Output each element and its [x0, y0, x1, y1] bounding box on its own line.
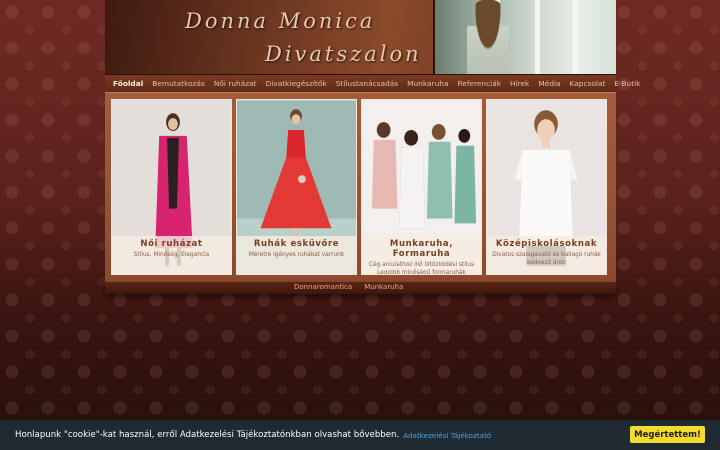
- footer-links: Donnaromantica Munkaruha: [294, 283, 403, 291]
- logo-line-2[interactable]: Divatszalon: [265, 42, 422, 66]
- nav-item-e-butik[interactable]: E-Butik: [610, 79, 645, 88]
- card-caption: Munkaruha, Formaruha Cég arculathoz illő…: [362, 236, 481, 274]
- header-photo: [433, 0, 616, 74]
- card-noi-ruhazat[interactable]: Női ruházat Stílus, Minőség, Elegancia: [111, 99, 232, 275]
- nav-item-fooldal[interactable]: Főoldal: [109, 79, 148, 88]
- card-subtitle: Méretre igényes ruhákat varrunk: [248, 252, 345, 258]
- main-nav: Főoldal Bemutatkozás Női ruházat Divatki…: [105, 75, 640, 92]
- nav-item-hirek[interactable]: Hírek: [506, 79, 534, 88]
- nav-item-media[interactable]: Média: [534, 79, 565, 88]
- nav-item-stilustanacsadas[interactable]: Stílustanácsadás: [332, 79, 403, 88]
- nav-item-bemutatkozas[interactable]: Bemutatkozás: [148, 79, 210, 88]
- card-subtitle: Divatos szalagavató és ballagó ruhák ked…: [492, 252, 601, 266]
- card-caption: Ruhák esküvőre Méretre igényes ruhákat v…: [237, 236, 356, 274]
- card-title: Női ruházat: [140, 239, 203, 249]
- nav-item-divatkiegeszitok[interactable]: Divatkiegészítők: [262, 79, 332, 88]
- card-ruhak-eskuvore[interactable]: Ruhák esküvőre Méretre igényes ruhákat v…: [236, 99, 357, 275]
- card-subtitle: Cég arculathoz illő öltözködési stílus L…: [368, 262, 475, 275]
- card-subtitle: Stílus, Minőség, Elegancia: [133, 252, 210, 258]
- feature-cards: Női ruházat Stílus, Minőség, Elegancia R…: [105, 92, 616, 282]
- nav-item-referenciak[interactable]: Referenciák: [453, 79, 506, 88]
- window-frame: [535, 0, 540, 74]
- nav-item-noi-ruhazat[interactable]: Női ruházat: [210, 79, 262, 88]
- window-frame: [573, 0, 578, 74]
- site-header: Donna Monica Divatszalon: [105, 0, 616, 75]
- cookie-banner: Honlapunk "cookie"-kat használ, erről Ad…: [0, 420, 720, 450]
- card-title: Középiskolásoknak: [495, 239, 598, 249]
- cookie-text: Honlapunk "cookie"-kat használ, erről Ad…: [15, 430, 400, 440]
- card-munkaruha[interactable]: Munkaruha, Formaruha Cég arculathoz illő…: [361, 99, 482, 275]
- card-title: Ruhák esküvőre: [253, 239, 340, 249]
- cookie-accept-button[interactable]: Megértettem!: [630, 426, 705, 443]
- card-kozepiskolasoknak[interactable]: Középiskolásoknak Divatos szalagavató és…: [486, 99, 607, 275]
- card-caption: Női ruházat Stílus, Minőség, Elegancia: [112, 236, 231, 274]
- cookie-privacy-link[interactable]: Adatkezelési Tájékoztató: [403, 431, 491, 440]
- footer-link-donnaromantica[interactable]: Donnaromantica: [294, 283, 352, 291]
- site-container: Donna Monica Divatszalon Főoldal Bemutat…: [105, 0, 640, 294]
- nav-item-kapcsolat[interactable]: Kapcsolat: [566, 79, 611, 88]
- nav-item-munkaruha[interactable]: Munkaruha: [403, 79, 453, 88]
- footer-link-munkaruha[interactable]: Munkaruha: [364, 283, 403, 291]
- card-title: Munkaruha, Formaruha: [389, 239, 454, 259]
- header-model-image: [467, 0, 509, 74]
- card-caption: Középiskolásoknak Divatos szalagavató és…: [487, 236, 606, 274]
- logo-line-1[interactable]: Donna Monica: [185, 9, 375, 33]
